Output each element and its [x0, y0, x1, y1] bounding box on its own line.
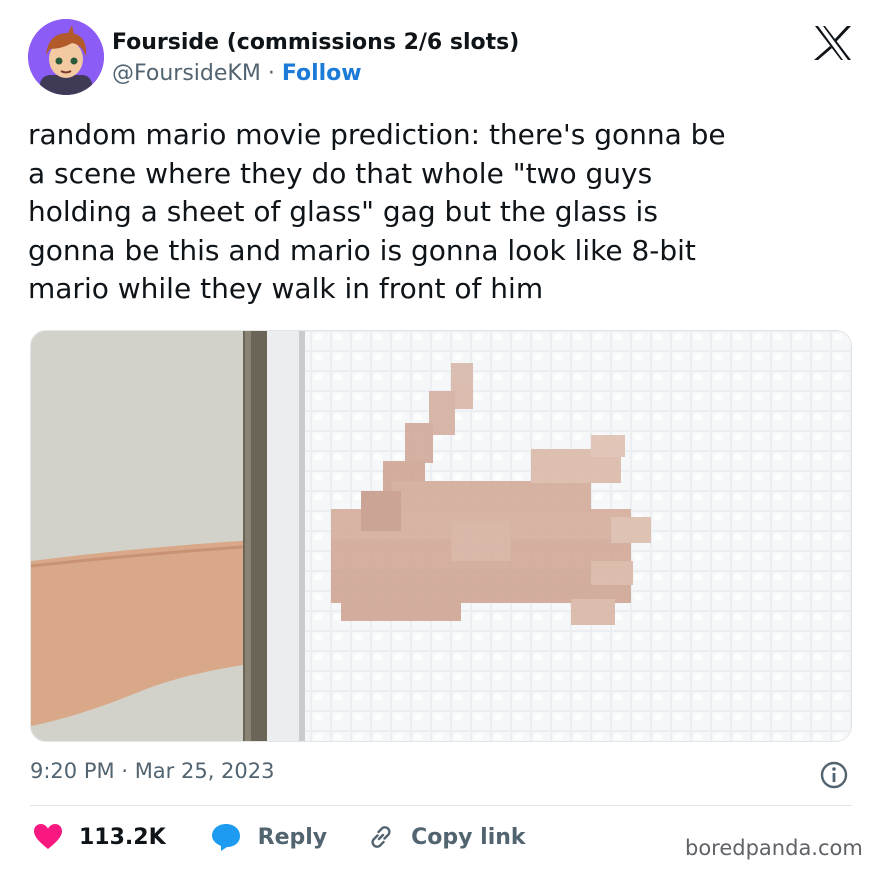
- heart-icon: [34, 824, 62, 849]
- link-icon: [371, 826, 391, 848]
- avatar-illustration: [28, 19, 104, 95]
- tweet-photo[interactable]: [30, 330, 852, 742]
- author-handle[interactable]: @FoursideKM: [112, 61, 261, 86]
- watermark: boredpanda.com: [685, 836, 863, 860]
- action-bar: 113.2K Reply Copy link: [34, 820, 526, 854]
- copy-link-button[interactable]: Copy link: [367, 823, 526, 851]
- author-avatar[interactable]: [28, 19, 104, 95]
- info-icon[interactable]: [819, 760, 849, 790]
- follow-button[interactable]: Follow: [282, 61, 362, 86]
- x-logo-icon[interactable]: [814, 26, 852, 60]
- divider: [30, 805, 852, 806]
- speech-bubble-icon: [211, 824, 240, 851]
- reply-button[interactable]: Reply: [211, 822, 368, 852]
- copy-link-label: Copy link: [411, 824, 526, 850]
- tweet-text: random mario movie prediction: there's g…: [28, 118, 726, 305]
- tweet-time: 9:20 PM: [30, 759, 115, 783]
- author-handle-row: @FoursideKM · Follow: [112, 61, 362, 86]
- like-button[interactable]: 113.2K: [34, 824, 211, 850]
- author-display-name[interactable]: Fourside (commissions 2/6 slots): [112, 30, 519, 55]
- handle-separator: ·: [267, 61, 275, 86]
- tweet-date: Mar 25, 2023: [134, 759, 275, 783]
- pixelated-hand-glass-photo: [31, 331, 851, 741]
- reply-label: Reply: [257, 824, 328, 850]
- timestamp-separator: ·: [121, 759, 128, 783]
- like-count: 113.2K: [79, 824, 166, 850]
- tweet-timestamp[interactable]: 9:20 PM · Mar 25, 2023: [30, 759, 275, 783]
